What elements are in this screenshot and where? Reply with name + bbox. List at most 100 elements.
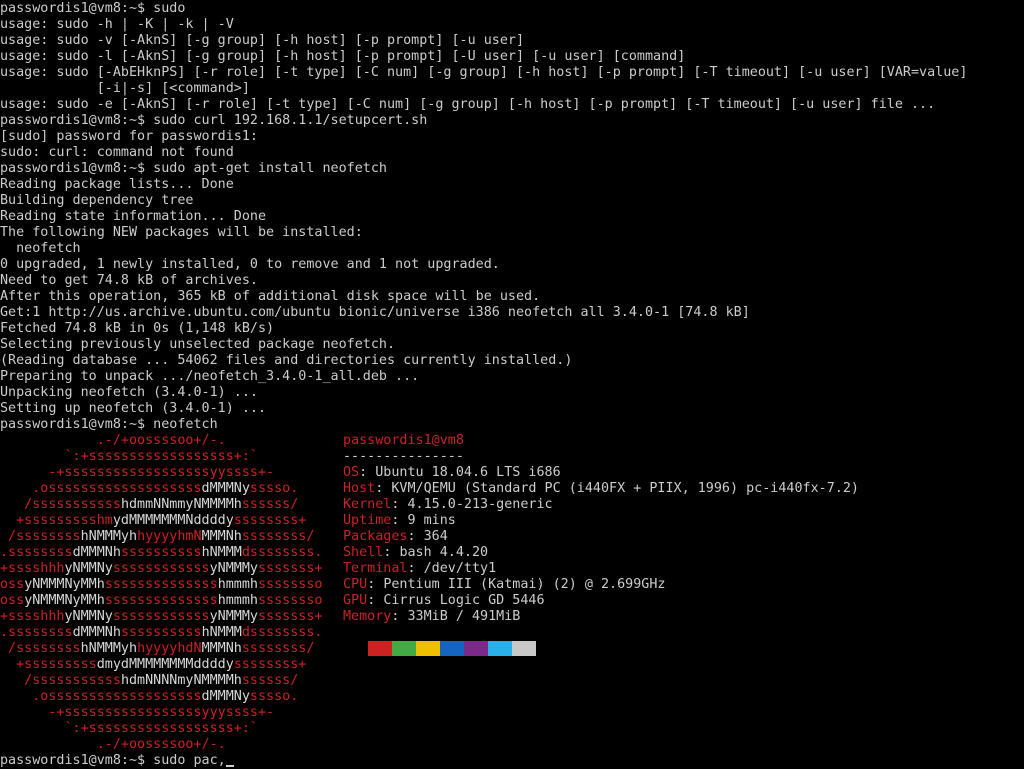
info-value: 4.15.0-213-generic xyxy=(407,497,553,512)
terminal-line: Fetched 74.8 kB in 0s (1,148 kB/s) xyxy=(0,321,275,336)
terminal-screen[interactable]: passwordis1@vm8:~$ sudo usage: sudo -h | … xyxy=(0,0,1024,768)
info-colon: : xyxy=(367,577,384,592)
logo-line: /ssssssssssshdmNNNNmyNMMMMhssssss/ xyxy=(0,673,299,688)
info-value: 33MiB / 491MiB xyxy=(407,609,521,624)
terminal-line: usage: sudo -l [-AknS] [-g group] [-h ho… xyxy=(0,49,686,64)
info-row: Shell: bash 4.4.20 xyxy=(343,545,488,561)
info-key: Packages xyxy=(343,529,408,544)
terminal-line: The following NEW packages will be insta… xyxy=(0,225,363,240)
logo-line: ossyNMMMNyMMhsssssssssssssshmmmhssssssso xyxy=(0,593,323,608)
logo-line: .osssssssssssssssssssdMMMNysssso. xyxy=(0,481,299,496)
terminal-line: Get:1 http://us.archive.ubuntu.com/ubunt… xyxy=(0,305,750,320)
info-key: Terminal xyxy=(343,561,408,576)
logo-line: ossyNMMMNyMMhsssssssssssssshmmmhssssssso xyxy=(0,577,323,592)
terminal-line: Reading state information... Done xyxy=(0,209,267,224)
terminal-line: Preparing to unpack .../neofetch_3.4.0-1… xyxy=(0,369,420,384)
logo-line: `:+ssssssssssssssssss+:` xyxy=(0,721,258,736)
terminal-line: [-i|-s] [<command>] xyxy=(0,81,250,96)
info-key: Shell xyxy=(343,545,384,560)
command-prompt[interactable]: passwordis1@vm8:~$ sudo pac, xyxy=(0,753,234,769)
terminal-line: Need to get 74.8 kB of archives. xyxy=(0,273,258,288)
info-key: Kernel xyxy=(343,497,392,512)
info-value: 364 xyxy=(423,529,448,544)
terminal-line: usage: sudo [-AbEHknPS] [-r role] [-t ty… xyxy=(0,65,968,80)
info-row: Packages: 364 xyxy=(343,529,448,545)
info-key: OS xyxy=(343,465,360,480)
info-row: Terminal: /dev/tty1 xyxy=(343,561,496,577)
terminal-line: (Reading database ... 54062 files and di… xyxy=(0,353,573,368)
info-row: OS: Ubuntu 18.04.6 LTS i686 xyxy=(343,465,561,481)
info-row: Host: KVM/QEMU (Standard PC (i440FX + PI… xyxy=(343,481,859,497)
info-colon: : xyxy=(359,465,376,480)
logo-line: +sssshhhyNMMNyssssssssssssyNMMMysssssss+ xyxy=(0,609,323,624)
info-colon: : xyxy=(391,497,408,512)
terminal-line: Setting up neofetch (3.4.0-1) ... xyxy=(0,401,267,416)
color-swatch xyxy=(416,641,440,656)
info-separator: --------------- xyxy=(343,449,464,464)
terminal-line: passwordis1@vm8:~$ neofetch xyxy=(0,417,218,432)
info-colon: : xyxy=(375,481,392,496)
logo-line: -+ssssssssssssssssssyyssss+- xyxy=(0,465,275,480)
info-colon: : xyxy=(407,529,424,544)
terminal-line: neofetch xyxy=(0,241,81,256)
info-value: Pentium III (Katmai) (2) @ 2.699GHz xyxy=(383,577,666,592)
terminal-line: usage: sudo -e [-AknS] [-r role] [-t typ… xyxy=(0,97,936,112)
logo-line: +sssshhhyNMMNyssssssssssssyNMMMysssssss+ xyxy=(0,561,323,576)
text-cursor xyxy=(225,765,234,767)
logo-line: .ssssssssdMMMNhsssssssssshNMMMdssssssss. xyxy=(0,625,323,640)
info-key: Uptime xyxy=(343,513,392,528)
terminal-line: passwordis1@vm8:~$ sudo apt-get install … xyxy=(0,161,387,176)
terminal-line: passwordis1@vm8:~$ sudo xyxy=(0,1,186,16)
logo-line: .ssssssssdMMMNhsssssssssshNMMMdssssssss. xyxy=(0,545,323,560)
info-key: Memory xyxy=(343,609,392,624)
terminal-line: sudo: curl: command not found xyxy=(0,145,234,160)
logo-line: .-/+oossssoo+/-. xyxy=(0,737,226,752)
info-value: bash 4.4.20 xyxy=(399,545,489,560)
terminal-line: Building dependency tree xyxy=(0,193,194,208)
info-value: Ubuntu 18.04.6 LTS i686 xyxy=(375,465,561,480)
info-row: Kernel: 4.15.0-213-generic xyxy=(343,497,553,513)
info-row: CPU: Pentium III (Katmai) (2) @ 2.699GHz xyxy=(343,577,665,593)
logo-line: +sssssssssdmydMMMMMMMMddddyssssssss+ xyxy=(0,657,307,672)
info-value: 9 mins xyxy=(407,513,456,528)
info-colon: : xyxy=(391,513,408,528)
terminal-line: usage: sudo -h | -K | -k | -V xyxy=(0,17,234,32)
terminal-line: 0 upgraded, 1 newly installed, 0 to remo… xyxy=(0,257,500,272)
info-key: GPU xyxy=(343,593,368,608)
info-row: Memory: 33MiB / 491MiB xyxy=(343,609,520,625)
logo-line: `:+ssssssssssssssssss+:` xyxy=(0,449,258,464)
logo-line: /sssssssshNMMMyhhyyyyhmNMMMNhssssssss/ xyxy=(0,529,315,544)
color-swatch xyxy=(368,641,392,656)
color-palette xyxy=(368,641,536,656)
info-title: passwordis1@vm8 xyxy=(343,433,464,448)
info-colon: : xyxy=(383,545,400,560)
logo-line: +ssssssssshmydMMMMMMMNddddyssssssss+ xyxy=(0,513,307,528)
terminal-line: After this operation, 365 kB of addition… xyxy=(0,289,541,304)
terminal-line: Reading package lists... Done xyxy=(0,177,234,192)
info-key: Host xyxy=(343,481,376,496)
info-row: GPU: Cirrus Logic GD 5446 xyxy=(343,593,545,609)
info-key: CPU xyxy=(343,577,368,592)
logo-line: .osssssssssssssssssssdMMMNysssso. xyxy=(0,689,299,704)
logo-line: -+sssssssssssssssssyyyssss+- xyxy=(0,705,275,720)
info-row: Uptime: 9 mins xyxy=(343,513,456,529)
info-value: /dev/tty1 xyxy=(423,561,497,576)
terminal-line: passwordis1@vm8:~$ sudo curl 192.168.1.1… xyxy=(0,113,428,128)
info-colon: : xyxy=(367,593,384,608)
terminal-line: Selecting previously unselected package … xyxy=(0,337,396,352)
color-swatch xyxy=(464,641,488,656)
logo-line: /sssssssshNMMMyhhyyyyhdNMMMNhssssssss/ xyxy=(0,641,315,656)
prompt-input-text[interactable]: passwordis1@vm8:~$ sudo pac, xyxy=(0,753,226,768)
color-swatch xyxy=(440,641,464,656)
terminal-line: [sudo] password for passwordis1: xyxy=(0,129,258,144)
color-swatch xyxy=(392,641,416,656)
terminal-line: usage: sudo -v [-AknS] [-g group] [-h ho… xyxy=(0,33,525,48)
logo-line: .-/+oossssoo+/-. xyxy=(0,433,226,448)
color-swatch xyxy=(488,641,512,656)
info-value: Cirrus Logic GD 5446 xyxy=(383,593,545,608)
color-swatch xyxy=(512,641,536,656)
info-colon: : xyxy=(407,561,424,576)
info-value: KVM/QEMU (Standard PC (i440FX + PIIX, 19… xyxy=(391,481,859,496)
logo-line: /ssssssssssshdmmNNmmyNMMMMhssssss/ xyxy=(0,497,299,512)
info-colon: : xyxy=(391,609,408,624)
